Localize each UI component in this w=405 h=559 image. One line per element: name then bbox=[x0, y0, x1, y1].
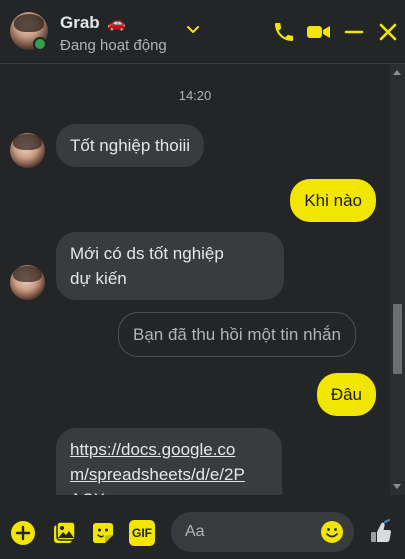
message-text-line: Mới có ds tốt nghiệp bbox=[70, 244, 224, 263]
thumbs-up-icon[interactable] bbox=[367, 518, 395, 546]
message-text: Tốt nghiệp thoiii bbox=[70, 136, 191, 155]
chevron-down-icon[interactable] bbox=[186, 23, 200, 37]
message-bubble-outgoing[interactable]: Khi nào bbox=[290, 179, 376, 222]
recalled-message-text: Bạn đã thu hồi một tin nhắn bbox=[133, 325, 341, 344]
scrollbar-thumb[interactable] bbox=[393, 304, 402, 374]
video-call-icon[interactable] bbox=[305, 20, 333, 44]
minimize-icon[interactable] bbox=[342, 20, 366, 44]
message-bubble-incoming[interactable]: Tốt nghiệp thoiii bbox=[56, 124, 205, 167]
link-text-line[interactable]: m/spreadsheets/d/e/2P bbox=[70, 462, 268, 487]
link-message-bubble[interactable]: https://docs.google.co m/spreadsheets/d/… bbox=[56, 428, 282, 495]
close-icon[interactable] bbox=[376, 20, 400, 44]
phone-icon[interactable] bbox=[272, 20, 296, 44]
recalled-message-bubble: Bạn đã thu hồi một tin nhắn bbox=[118, 312, 356, 357]
contact-avatar-small[interactable] bbox=[10, 133, 45, 168]
contact-status: Đang hoạt động bbox=[60, 37, 167, 54]
message-bubble-outgoing[interactable]: Đâu bbox=[316, 373, 376, 416]
message-text-line: dự kiến bbox=[70, 269, 127, 288]
message-scrollbar[interactable] bbox=[390, 64, 405, 495]
messenger-chat-window: Grab 🚗 Đang hoạt động 14:20 Tốt nghiệp t… bbox=[0, 0, 405, 559]
car-emoji-icon: 🚗 bbox=[107, 15, 126, 32]
plus-icon[interactable] bbox=[10, 520, 36, 546]
message-list: 14:20 Tốt nghiệp thoiii Khi nào Mới có d… bbox=[0, 64, 390, 495]
message-timestamp: 14:20 bbox=[178, 88, 212, 103]
sticker-icon[interactable] bbox=[90, 520, 116, 546]
gif-icon[interactable]: GIF bbox=[129, 520, 155, 546]
message-bubble-incoming[interactable]: Mới có ds tốt nghiệp dự kiến bbox=[56, 232, 284, 300]
image-icon[interactable] bbox=[51, 520, 77, 546]
scroll-up-arrow-icon[interactable] bbox=[393, 70, 401, 75]
emoji-icon[interactable] bbox=[320, 520, 344, 544]
online-status-dot bbox=[33, 37, 47, 51]
message-text: Khi nào bbox=[304, 191, 362, 210]
message-text: Đâu bbox=[330, 385, 362, 404]
contact-avatar-small[interactable] bbox=[10, 265, 45, 300]
contact-name[interactable]: Grab bbox=[60, 13, 100, 33]
scroll-down-arrow-icon[interactable] bbox=[393, 484, 401, 489]
link-text-line[interactable]: https://docs.google.co bbox=[70, 437, 268, 462]
chat-header: Grab 🚗 Đang hoạt động bbox=[0, 0, 405, 64]
link-text-line[interactable]: ACX- bbox=[70, 487, 268, 495]
